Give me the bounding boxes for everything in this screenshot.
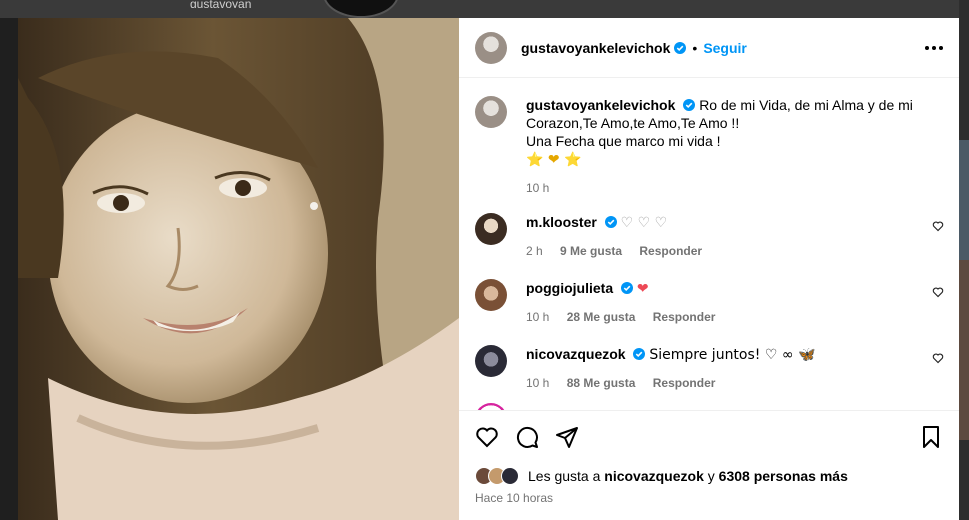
caption-emoji: ⭐ ❤ ⭐ xyxy=(526,152,582,168)
comment-text: Siempre juntos! ♡ ∞ 🦋 xyxy=(649,347,816,363)
commenter-avatar[interactable] xyxy=(475,403,507,410)
comment-likes[interactable]: 28 Me gusta xyxy=(567,310,636,324)
post-timestamp: Hace 10 horas xyxy=(475,491,554,505)
background-right-strip xyxy=(959,0,969,520)
post-side-panel: gustavoyankelevichok • Seguir gustavoyan… xyxy=(459,18,959,520)
heart-icon[interactable] xyxy=(932,352,944,364)
liker-avatar xyxy=(501,467,519,485)
comment-text: ❤ xyxy=(636,281,649,297)
comment-likes[interactable]: 9 Me gusta xyxy=(560,244,622,258)
author-avatar-small[interactable] xyxy=(475,96,507,128)
more-options-icon[interactable] xyxy=(925,45,943,50)
heart-icon[interactable] xyxy=(932,220,944,232)
comment-time: 10 h xyxy=(526,376,550,390)
comment-likes[interactable]: 88 Me gusta xyxy=(567,376,636,390)
verified-icon xyxy=(621,282,633,294)
comment-icon[interactable] xyxy=(515,425,539,449)
caption-username[interactable]: gustavoyankelevichok xyxy=(526,97,675,113)
likes-mid: y xyxy=(707,468,715,484)
follow-button[interactable]: Seguir xyxy=(703,40,747,56)
verified-icon xyxy=(633,348,646,360)
commenter-avatar[interactable] xyxy=(475,213,507,245)
comment-time: 10 h xyxy=(526,310,550,324)
heart-icon[interactable] xyxy=(475,425,499,449)
liker-avatars xyxy=(475,467,519,485)
separator-dot: • xyxy=(692,39,698,56)
heart-icon[interactable] xyxy=(932,286,944,298)
reply-button[interactable]: Responder xyxy=(639,244,702,258)
background-page xyxy=(0,0,969,18)
commenter-avatar[interactable] xyxy=(475,345,507,377)
post-header: gustavoyankelevichok • Seguir xyxy=(459,18,959,78)
bookmark-icon[interactable] xyxy=(919,425,943,449)
verified-icon xyxy=(674,41,687,54)
likes-user[interactable]: nicovazquezok xyxy=(604,468,704,484)
verified-icon xyxy=(604,216,617,228)
comment-text: ♡ ♡ ♡ xyxy=(620,215,668,231)
author-avatar[interactable] xyxy=(475,31,507,64)
comment-time: 2 h xyxy=(526,244,543,258)
likes-prefix: Les gusta a xyxy=(528,468,601,484)
commenter-avatar[interactable] xyxy=(475,279,507,311)
background-username: gustavoyan xyxy=(190,0,252,8)
share-icon[interactable] xyxy=(555,425,579,449)
comment-username[interactable]: m.klooster xyxy=(526,214,597,230)
author-username[interactable]: gustavoyankelevichok xyxy=(521,40,670,56)
likes-count[interactable]: 6308 personas más xyxy=(719,468,848,484)
comment-username[interactable]: nicovazquezok xyxy=(526,346,626,362)
post-modal: gustavoyankelevichok • Seguir gustavoyan… xyxy=(18,18,959,520)
caption-time: 10 h xyxy=(526,181,550,195)
caption-line2: Una Fecha que marco mi vida ! xyxy=(526,133,721,149)
verified-icon xyxy=(683,99,696,111)
reply-button[interactable]: Responder xyxy=(653,376,716,390)
likes-summary[interactable]: Les gusta a nicovazquezok y 6308 persona… xyxy=(475,467,848,485)
comment-username[interactable]: poggiojulieta xyxy=(526,280,613,296)
reply-button[interactable]: Responder xyxy=(653,310,716,324)
post-actions: Les gusta a nicovazquezok y 6308 persona… xyxy=(459,410,959,520)
post-photo xyxy=(18,18,459,520)
comments-list[interactable]: gustavoyankelevichok Ro de mi Vida, de m… xyxy=(459,79,959,410)
